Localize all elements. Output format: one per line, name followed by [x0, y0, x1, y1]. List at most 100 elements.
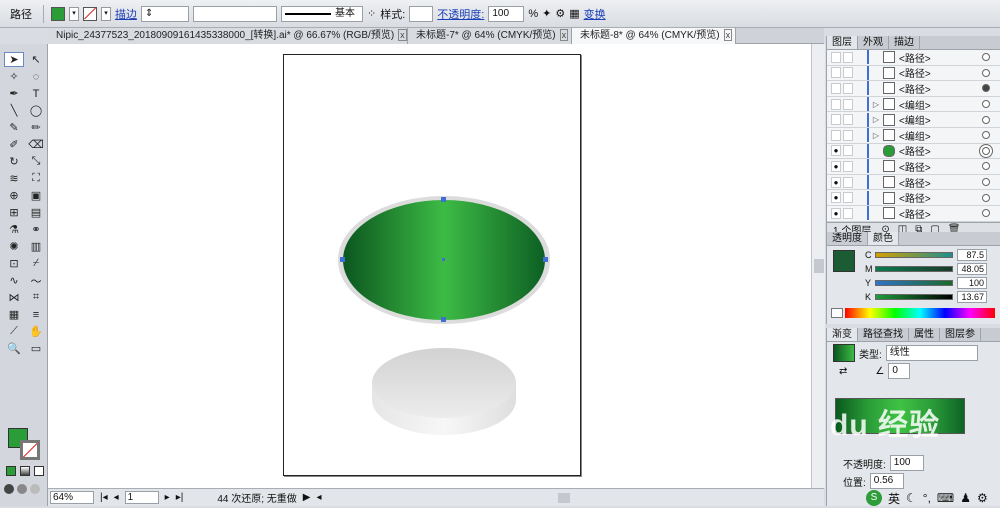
angle-field[interactable]: 0	[888, 363, 911, 379]
punctuation-icon[interactable]: °,	[923, 491, 931, 505]
cyan-slider[interactable]	[875, 252, 953, 258]
zoom-field[interactable]: 64%	[50, 491, 94, 504]
lock-toggle[interactable]	[843, 129, 853, 141]
layer-row[interactable]: ● <路径>	[827, 190, 1000, 206]
blob-brush-tool-icon[interactable]: ✐	[4, 137, 24, 152]
settings-icon[interactable]: ⚙	[977, 491, 988, 505]
cyan-value[interactable]: 87.5	[957, 249, 987, 261]
direct-selection-tool-icon[interactable]: ↖	[26, 52, 46, 67]
status-menu-icon[interactable]: ▶	[303, 492, 311, 503]
recolor-icon[interactable]: ✦	[542, 7, 551, 20]
yellow-value[interactable]: 100	[957, 277, 987, 289]
black-slider[interactable]	[875, 294, 953, 300]
layer-row[interactable]: ● <路径>	[827, 205, 1000, 222]
target-icon[interactable]	[982, 146, 990, 155]
visibility-eye-icon[interactable]	[831, 82, 841, 94]
align-icon[interactable]: ▦	[569, 7, 579, 20]
layer-row[interactable]: ● <路径>	[827, 159, 1000, 175]
free-transform-tool-icon[interactable]: ⛶	[26, 171, 46, 186]
nav-last-icon[interactable]: ▸|	[176, 492, 184, 503]
user-icon[interactable]: ♟	[960, 491, 971, 505]
fill-stroke-widget[interactable]	[8, 428, 42, 460]
current-color-swatch[interactable]	[833, 250, 855, 272]
moon-icon[interactable]: ☾	[906, 491, 917, 505]
variable-width-field[interactable]	[193, 5, 277, 22]
black-value[interactable]: 13.67	[957, 291, 987, 303]
pencil-tool-icon[interactable]: ✏	[26, 120, 46, 135]
draw-normal-icon[interactable]	[4, 484, 14, 494]
hand-tool-icon[interactable]: ✋	[26, 324, 46, 339]
line-tool-icon[interactable]: ╲	[4, 103, 24, 118]
visibility-eye-icon[interactable]	[831, 129, 841, 141]
close-icon[interactable]: x	[398, 29, 407, 41]
curvature-tool-icon[interactable]: 〜	[26, 273, 46, 288]
crop-tool-icon[interactable]: ⌗	[26, 290, 46, 305]
magenta-value[interactable]: 48.05	[957, 263, 987, 275]
slice-tool-icon[interactable]: ⌿	[26, 256, 46, 271]
scroll-thumb[interactable]	[814, 259, 824, 273]
target-icon[interactable]	[982, 115, 990, 124]
layer-row[interactable]: ● <路径>	[827, 174, 1000, 191]
gradient-tool-icon[interactable]: ▤	[26, 205, 46, 220]
layer-row[interactable]: ▷ <编组>	[827, 127, 1000, 144]
fill-swatch[interactable]	[51, 6, 65, 21]
draw-inside-icon[interactable]	[30, 484, 40, 494]
layer-row[interactable]: ▷ <编组>	[827, 112, 1000, 128]
lasso-tool-icon[interactable]: ◌	[26, 69, 46, 84]
scroll-left-icon[interactable]: ◂	[316, 492, 321, 503]
mesh-tool-icon[interactable]: ▦	[4, 307, 24, 322]
tab-attributes[interactable]: 属性	[909, 328, 940, 341]
close-icon[interactable]: x	[559, 29, 569, 41]
target-icon[interactable]	[982, 209, 990, 218]
lock-toggle[interactable]	[843, 82, 853, 94]
stroke-color-icon[interactable]	[20, 440, 40, 460]
rotate-tool-icon[interactable]: ↻	[4, 154, 24, 169]
tab-appearance[interactable]: 外观	[858, 36, 889, 49]
target-icon[interactable]	[982, 84, 990, 93]
visibility-eye-icon[interactable]: ●	[831, 207, 841, 219]
layer-row[interactable]: ● <路径>	[827, 143, 1000, 160]
scale-tool-icon[interactable]: ⤡	[26, 154, 46, 169]
perspective-tool-icon[interactable]: ⊞	[4, 205, 24, 220]
ellipse-tool-icon[interactable]: ◯	[26, 103, 46, 118]
expand-toggle[interactable]: ▷	[871, 115, 881, 124]
layer-row[interactable]: <路径>	[827, 65, 1000, 82]
tab-document-2[interactable]: 未标题-7* @ 64% (CMYK/预览) x	[408, 28, 572, 44]
graph-tool-icon[interactable]: ▥	[26, 239, 46, 254]
layer-row[interactable]: <路径>	[827, 81, 1000, 97]
pen-tool-icon[interactable]: ✒	[4, 86, 24, 101]
close-icon[interactable]: x	[723, 29, 733, 41]
visibility-eye-icon[interactable]: ●	[831, 176, 841, 188]
target-icon[interactable]	[982, 68, 990, 77]
lock-toggle[interactable]	[843, 207, 853, 219]
keyboard-icon[interactable]: ⌨	[937, 491, 954, 505]
fill-dropdown[interactable]: ▾	[69, 6, 79, 21]
visibility-eye-icon[interactable]	[831, 51, 841, 63]
transform-link[interactable]: 变换	[584, 6, 606, 22]
expand-toggle[interactable]: ▷	[871, 100, 881, 109]
ime-logo-icon[interactable]: S	[866, 490, 882, 506]
style-select[interactable]	[409, 5, 434, 22]
gear-icon[interactable]: ⚙	[555, 7, 565, 20]
layer-row[interactable]: <路径>	[827, 50, 1000, 66]
visibility-eye-icon[interactable]: ●	[831, 160, 841, 172]
gradient-mode-icon[interactable]	[20, 466, 30, 476]
tab-layer-comps[interactable]: 图层参	[940, 328, 981, 341]
stroke-weight-field[interactable]: ⇕	[141, 5, 189, 22]
artboard-tool-icon[interactable]: ⊡	[4, 256, 24, 271]
tab-stroke[interactable]: 描边	[889, 36, 920, 49]
visibility-eye-icon[interactable]	[831, 67, 841, 79]
tab-gradient[interactable]: 渐变	[827, 328, 858, 341]
artwork[interactable]	[284, 55, 582, 477]
disc-top[interactable]	[372, 348, 516, 418]
horizontal-scroll-thumb[interactable]	[557, 492, 570, 503]
vertical-scrollbar[interactable]	[811, 44, 825, 488]
opacity-link[interactable]: 不透明度:	[437, 6, 484, 22]
artboard[interactable]	[283, 54, 581, 476]
target-icon[interactable]	[982, 131, 990, 140]
tab-transparency[interactable]: 透明度	[827, 232, 868, 245]
target-icon[interactable]	[982, 193, 990, 202]
eraser-tool-icon[interactable]: ⌫	[26, 137, 46, 152]
magenta-slider[interactable]	[875, 266, 953, 272]
stroke-link[interactable]: 描边	[115, 6, 137, 22]
